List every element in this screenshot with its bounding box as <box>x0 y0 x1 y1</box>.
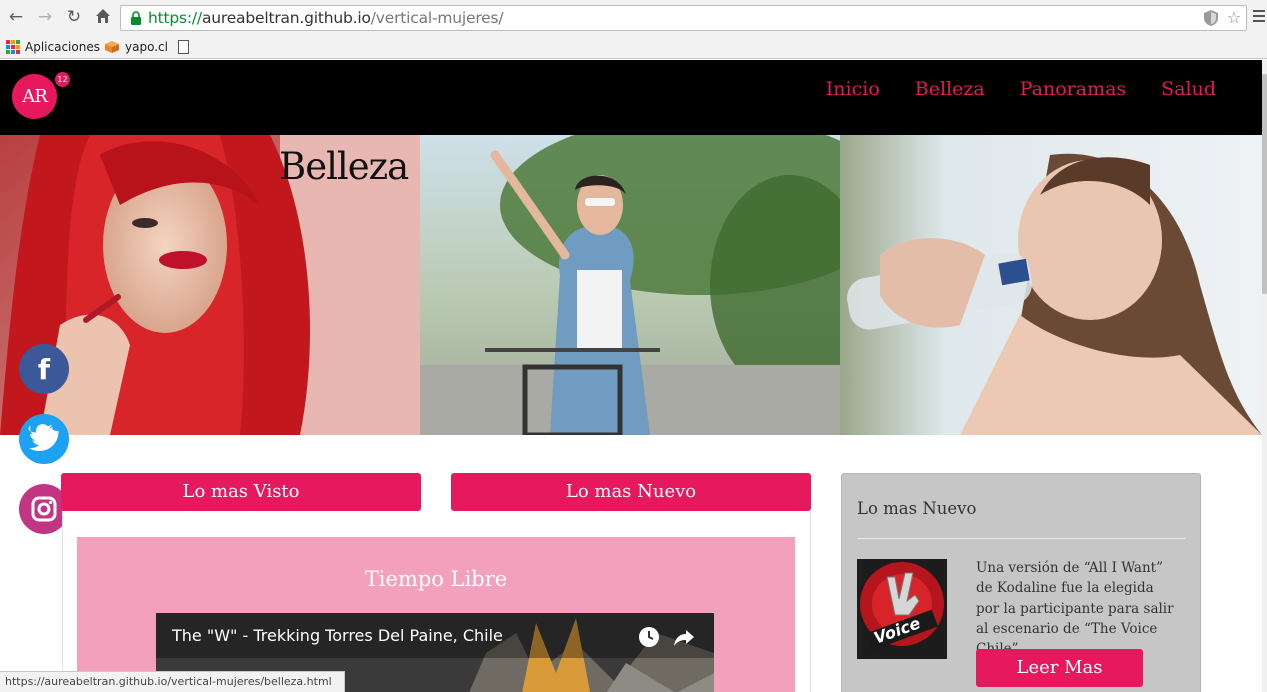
sidebar-article-text: Una versión de “All I Want” de Kodaline … <box>976 560 1174 657</box>
clock-icon[interactable] <box>638 626 660 648</box>
page-viewport: AR 12 Inicio Belleza Panoramas Salud Bel… <box>0 60 1262 692</box>
scrollbar-thumb[interactable] <box>1262 74 1267 294</box>
sidebar-divider <box>857 538 1185 539</box>
hero-title: Belleza <box>279 145 409 188</box>
lock-icon <box>131 11 141 25</box>
site-header: AR 12 Inicio Belleza Panoramas Salud <box>0 60 1262 135</box>
apps-grid-icon <box>6 40 20 54</box>
nav-belleza[interactable]: Belleza <box>915 78 985 100</box>
bookmark-label: yapo.cl <box>125 40 168 54</box>
page-icon <box>178 40 189 54</box>
home-icon[interactable] <box>93 7 113 27</box>
twitter-icon[interactable] <box>19 414 69 464</box>
bookmark-page[interactable] <box>178 38 189 56</box>
featured-panel: Tiempo Libre The "W" - Trekking Torres D… <box>77 537 795 692</box>
reload-icon[interactable]: ↻ <box>64 7 84 27</box>
the-voice-thumbnail[interactable]: Voice <box>857 559 947 659</box>
featured-title: Tiempo Libre <box>364 567 508 591</box>
shield-icon[interactable] <box>1202 9 1220 27</box>
main-nav: Inicio Belleza Panoramas Salud <box>826 78 1216 100</box>
status-bar-url: https://aureabeltran.github.io/vertical-… <box>0 671 345 692</box>
logo-badge: 12 <box>55 72 70 87</box>
tab-newest[interactable]: Lo mas Nuevo <box>451 473 811 511</box>
address-bar[interactable]: https://aureabeltran.github.io/vertical-… <box>120 5 1247 31</box>
sidebar-title: Lo mas Nuevo <box>857 499 977 518</box>
share-arrow-icon[interactable] <box>673 626 695 648</box>
url-text: https://aureabeltran.github.io/vertical-… <box>148 9 504 27</box>
bookmark-label: Aplicaciones <box>25 40 100 54</box>
bookmark-yapo[interactable]: yapo.cl <box>104 38 168 56</box>
forward-arrow-icon[interactable]: → <box>35 7 55 27</box>
nav-panoramas[interactable]: Panoramas <box>1020 78 1126 100</box>
browser-toolbar: ← → ↻ https://aureabeltran.github.io/ver… <box>0 0 1267 35</box>
page-scrollbar[interactable] <box>1262 60 1267 692</box>
video-title: The "W" - Trekking Torres Del Paine, Chi… <box>172 626 503 645</box>
back-arrow-icon[interactable]: ← <box>6 7 26 27</box>
facebook-icon[interactable]: f <box>19 344 69 394</box>
nav-salud[interactable]: Salud <box>1161 78 1216 100</box>
hero-collage-image <box>0 135 1262 435</box>
browser-menu-icon[interactable] <box>1253 8 1265 26</box>
yapo-box-icon <box>105 41 119 53</box>
tab-most-viewed[interactable]: Lo mas Visto <box>61 473 421 511</box>
nav-inicio[interactable]: Inicio <box>826 78 880 100</box>
bookmark-apps[interactable]: Aplicaciones <box>6 38 100 56</box>
bookmarks-bar: Aplicaciones yapo.cl <box>0 35 1267 59</box>
star-icon[interactable]: ☆ <box>1225 9 1243 27</box>
read-more-button[interactable]: Leer Mas <box>976 649 1143 687</box>
sidebar-newest: Lo mas Nuevo Voice Una versión de “All I… <box>841 473 1201 692</box>
hero-banner: Belleza <box>0 135 1262 435</box>
site-logo[interactable]: AR <box>12 74 57 119</box>
